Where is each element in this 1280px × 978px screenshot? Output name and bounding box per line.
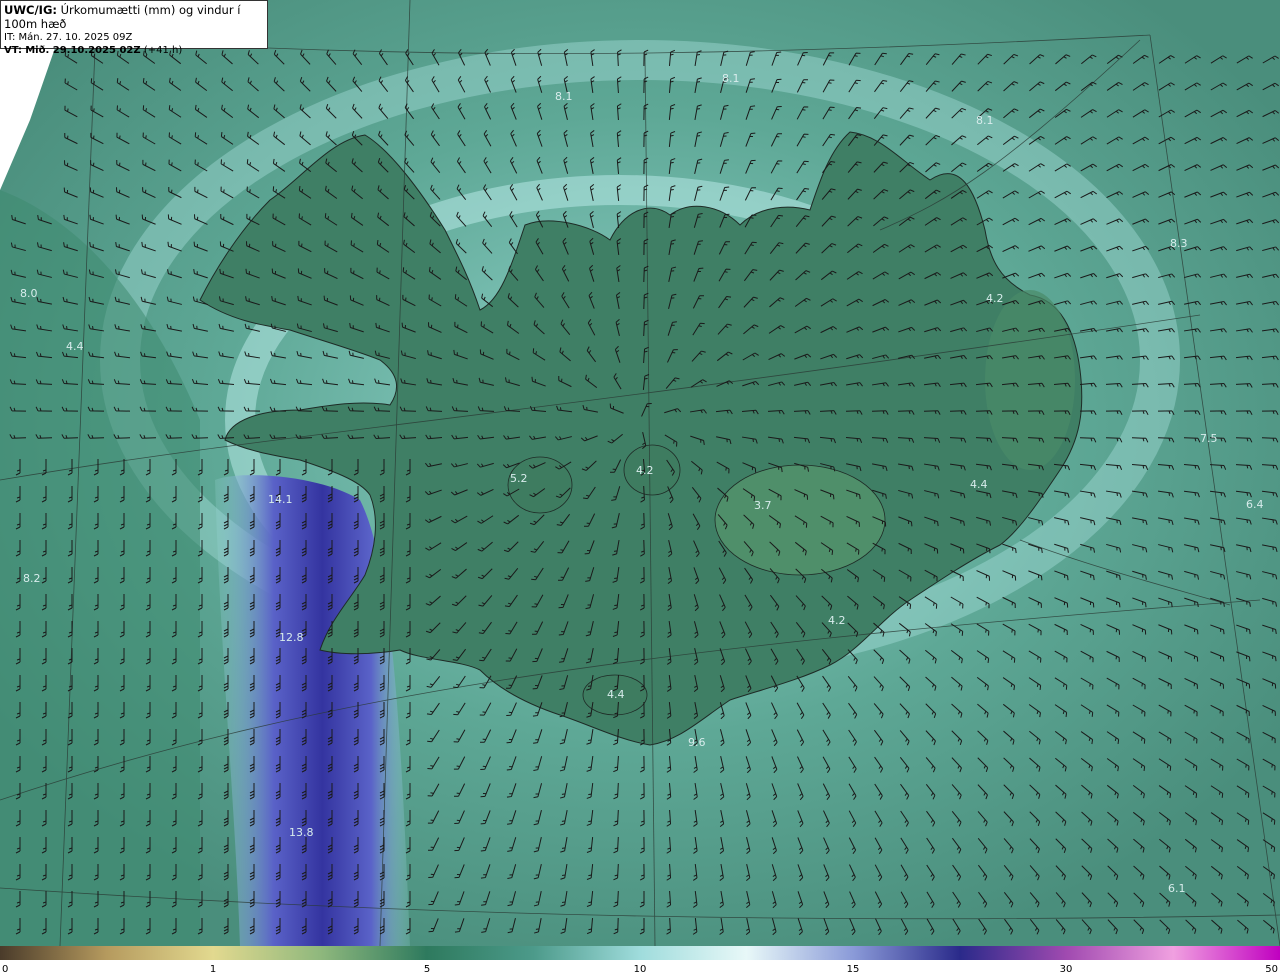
init-time-value: Mán. 27. 10. 2025 09Z	[18, 32, 133, 43]
value-label: 4.4	[66, 340, 84, 353]
value-label: 4.4	[970, 478, 988, 491]
value-label: 8.1	[722, 72, 740, 85]
vatnajokull-area	[714, 464, 886, 576]
value-label: 4.2	[828, 614, 846, 627]
colorbar-tick: 50	[1265, 964, 1278, 975]
map-title-line: UWC/IG: Úrkomumætti (mm) og vindur í 100…	[4, 3, 264, 31]
colorbar-tick: 0	[2, 964, 9, 975]
valid-time-label: VT:	[4, 45, 23, 56]
value-label: 5.2	[510, 472, 528, 485]
value-label: 8.1	[555, 90, 573, 103]
map-info-box: UWC/IG: Úrkomumætti (mm) og vindur í 100…	[0, 0, 268, 56]
value-label: 4.2	[636, 464, 654, 477]
value-label: 4.2	[986, 292, 1004, 305]
value-label: 4.4	[607, 688, 625, 701]
value-label: 9.6	[688, 736, 706, 749]
forecast-offset: (+41 h)	[143, 45, 183, 56]
valid-time-line: VT: Mið. 29.10.2025 02Z (+41 h)	[4, 44, 264, 57]
value-label: 7.5	[1200, 432, 1218, 445]
value-label: 12.8	[279, 631, 304, 644]
init-time-line: IT: Mán. 27. 10. 2025 09Z	[4, 31, 264, 44]
colorbar-tick: 10	[633, 964, 647, 975]
colorbar-tick: 1	[209, 964, 217, 975]
value-label: 8.1	[976, 114, 994, 127]
value-label: 14.1	[268, 493, 293, 506]
init-time-label: IT:	[4, 32, 16, 43]
value-label: 8.2	[23, 572, 41, 585]
colorbar-ticks: 0 1 5 10 15 30 50	[0, 960, 1280, 978]
value-label: 8.0	[20, 287, 38, 300]
value-label: 3.7	[754, 499, 772, 512]
value-label: 6.4	[1246, 498, 1264, 511]
value-label: 8.3	[1170, 237, 1188, 250]
weather-map: 8.1 8.1 8.1 8.3 8.0 4.4 4.2 5.2 4.2 3.7 …	[0, 0, 1280, 946]
model-name: UWC/IG:	[4, 3, 57, 17]
colorbar-tick: 5	[423, 964, 431, 975]
colorbar-tick: 30	[1059, 964, 1073, 975]
east-highlands	[985, 290, 1075, 470]
value-label: 13.8	[289, 826, 314, 839]
value-label: 6.1	[1168, 882, 1186, 895]
colorbar-tick: 15	[846, 964, 860, 975]
valid-time-value: Mið. 29.10.2025 02Z	[25, 45, 141, 56]
precip-colorbar	[0, 946, 1280, 960]
